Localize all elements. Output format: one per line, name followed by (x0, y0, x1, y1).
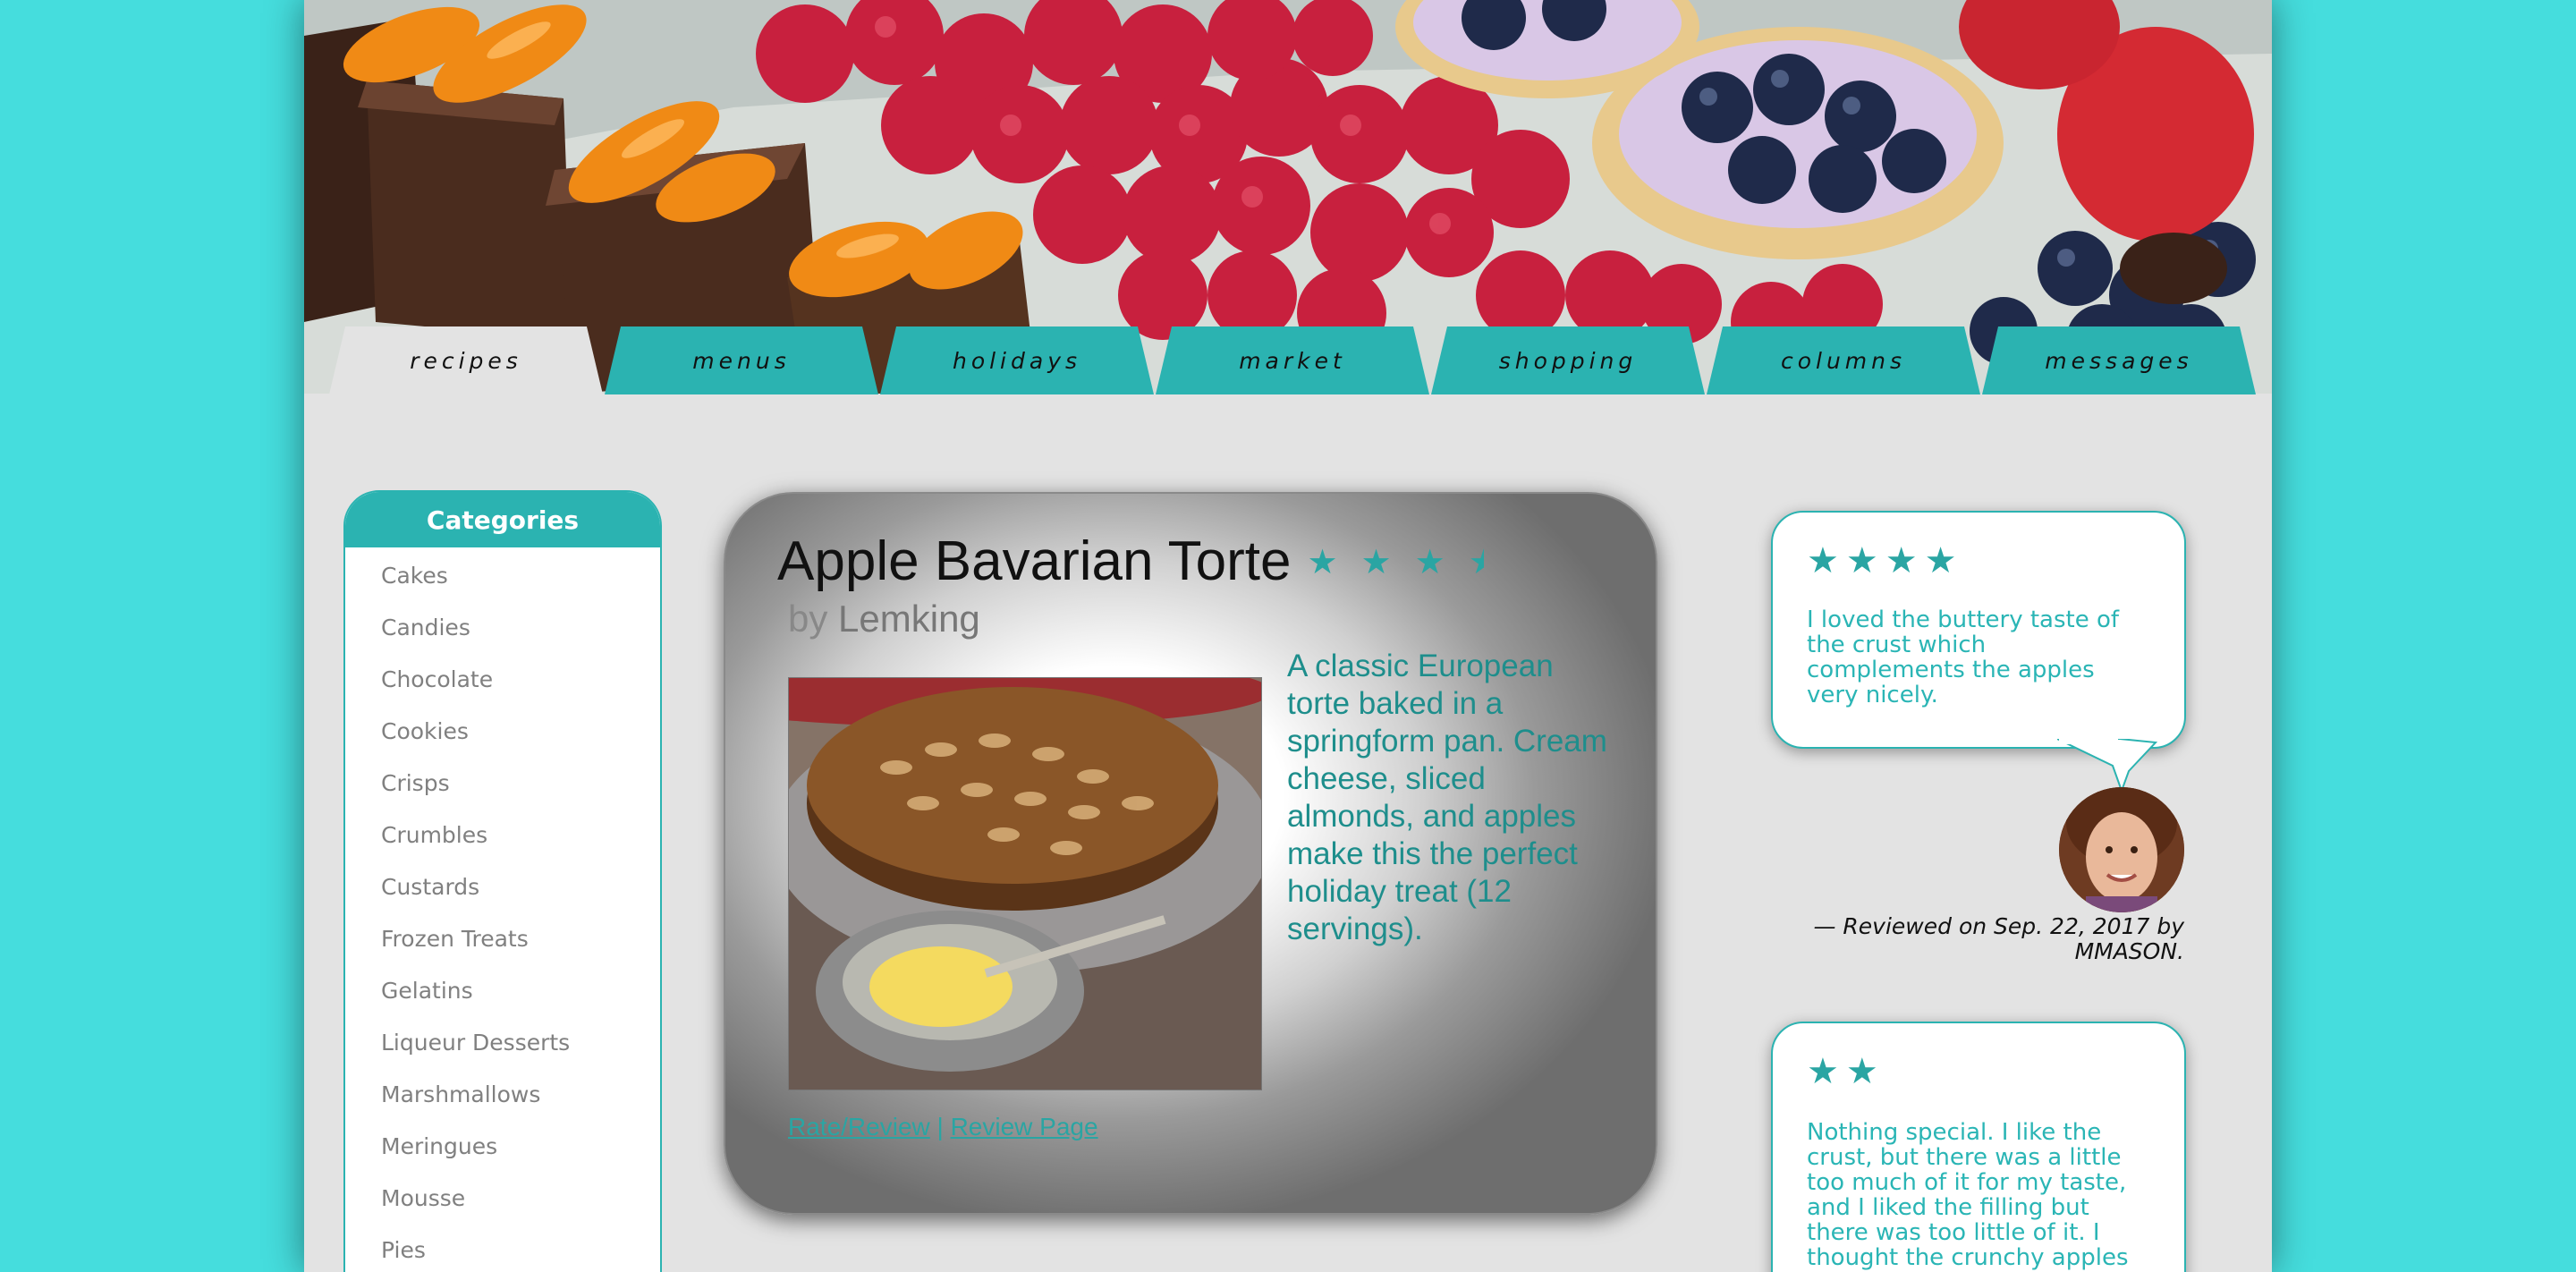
review-text: I loved the buttery taste of the crust w… (1807, 606, 2120, 708)
category-meringues[interactable]: Meringues (345, 1129, 660, 1181)
recipe-photo (788, 677, 1262, 1090)
categories-title: Categories (345, 492, 660, 547)
recipe-title: Apple Bavarian Torte (777, 530, 1292, 592)
category-liqueur-desserts[interactable]: Liqueur Desserts (345, 1025, 660, 1077)
main-nav: recipes menus holidays market shopping c… (304, 326, 2272, 398)
categories-sidebar: Categories Cakes Candies Chocolate Cooki… (343, 490, 662, 1272)
category-list: Cakes Candies Chocolate Cookies Crisps C… (345, 547, 660, 1272)
recipe-byline: by Lemking (788, 598, 980, 640)
recipe-card: Apple Bavarian Torte ★ ★ ★ ★ by Lemking (724, 492, 1657, 1215)
tab-recipes[interactable]: recipes (329, 326, 603, 394)
review-text: Nothing special. I like the crust, but t… (1807, 1119, 2129, 1271)
tab-market[interactable]: market (1156, 326, 1429, 394)
category-crisps[interactable]: Crisps (345, 766, 660, 818)
category-crumbles[interactable]: Crumbles (345, 818, 660, 869)
tab-holidays[interactable]: holidays (880, 326, 1154, 394)
recipe-description: A classic European torte baked in a spri… (1287, 649, 1607, 946)
tab-menus[interactable]: menus (605, 326, 878, 394)
star-icon: ★ (1360, 541, 1392, 581)
star-icon: ★ (1885, 540, 1918, 581)
category-marshmallows[interactable]: Marshmallows (345, 1077, 660, 1129)
recipe-links: Rate/Review | Review Page (788, 1113, 1098, 1141)
tab-messages[interactable]: messages (1982, 326, 2256, 394)
star-icon: ★ (1924, 540, 1957, 581)
review-rating: ★ ★ (1807, 1054, 1878, 1090)
review-caption: — Reviewed on Sep. 22, 2017 by MMASON. (1813, 913, 2184, 964)
category-chocolate[interactable]: Chocolate (345, 662, 660, 714)
category-candies[interactable]: Candies (345, 610, 660, 662)
recipe-author: Lemking (838, 598, 980, 640)
category-custards[interactable]: Custards (345, 869, 660, 921)
star-icon: ★ (1807, 1051, 1839, 1092)
byline-prefix: by (788, 598, 828, 640)
review-bubble: ★ ★ Nothing special. I like the crust, b… (1771, 1022, 2186, 1272)
recipe-title-row: Apple Bavarian Torte ★ ★ ★ ★ (777, 530, 1499, 593)
site-container: recipes menus holidays market shopping c… (304, 0, 2272, 1272)
category-mousse[interactable]: Mousse (345, 1181, 660, 1233)
star-icon: ★ (1845, 540, 1878, 581)
review-page-link[interactable]: Review Page (951, 1113, 1098, 1141)
star-icon: ★ (1307, 541, 1338, 581)
category-cakes[interactable]: Cakes (345, 558, 660, 610)
rate-review-link[interactable]: Rate/Review (788, 1113, 930, 1141)
review-bubble: ★ ★ ★ ★ I loved the buttery taste of the… (1771, 511, 2186, 749)
speech-bubble-tail (2057, 739, 2158, 793)
review-rating: ★ ★ ★ ★ (1807, 543, 1956, 579)
star-icon: ★ (1845, 1051, 1878, 1092)
star-icon: ★ (1807, 540, 1839, 581)
tab-columns[interactable]: columns (1707, 326, 1980, 394)
tab-shopping[interactable]: shopping (1431, 326, 1705, 394)
category-gelatins[interactable]: Gelatins (345, 973, 660, 1025)
category-pies[interactable]: Pies (345, 1233, 660, 1272)
category-frozen-treats[interactable]: Frozen Treats (345, 921, 660, 973)
star-icon: ★ (1414, 541, 1445, 581)
link-separator: | (936, 1113, 944, 1141)
category-cookies[interactable]: Cookies (345, 714, 660, 766)
reviewer-avatar (2059, 787, 2184, 912)
half-star-icon: ★ (1468, 541, 1499, 581)
recipe-rating: ★ ★ ★ ★ (1307, 545, 1498, 579)
